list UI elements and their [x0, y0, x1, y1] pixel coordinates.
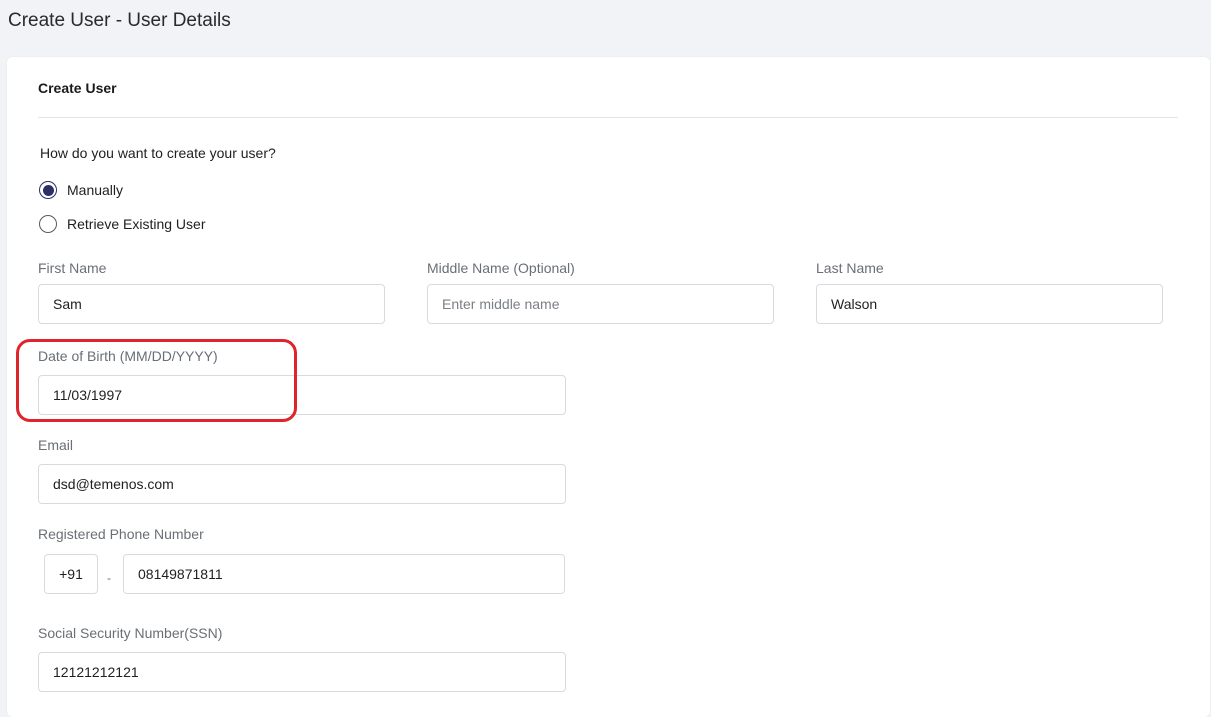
divider	[38, 117, 1178, 118]
dob-label: Date of Birth (MM/DD/YYYY)	[38, 348, 218, 364]
ssn-input[interactable]: 12121212121	[38, 652, 566, 692]
radio-dot	[42, 184, 54, 196]
create-user-card: Create User How do you want to create yo…	[7, 57, 1210, 717]
card-heading: Create User	[38, 80, 117, 96]
radio-button-unchecked[interactable]	[39, 215, 57, 233]
ssn-label: Social Security Number(SSN)	[38, 625, 223, 641]
country-code-input[interactable]: +91	[44, 554, 98, 594]
radio-label-retrieve-existing: Retrieve Existing User	[67, 216, 206, 232]
middle-name-label: Middle Name (Optional)	[427, 260, 575, 276]
creation-method-question: How do you want to create your user?	[40, 145, 276, 161]
email-input[interactable]: dsd@temenos.com	[38, 464, 566, 504]
page-title: Create User - User Details	[8, 10, 231, 31]
last-name-label: Last Name	[816, 260, 884, 276]
phone-separator: -	[107, 571, 111, 585]
radio-label-manually: Manually	[67, 182, 124, 198]
phone-number-input[interactable]: 08149871811	[123, 554, 565, 594]
dob-input[interactable]: 11/03/1997	[38, 375, 566, 415]
radio-button-checked[interactable]	[39, 181, 57, 199]
radio-option-retrieve-existing[interactable]: Retrieve Existing User	[39, 215, 206, 233]
phone-label: Registered Phone Number	[38, 526, 204, 542]
radio-option-manually[interactable]: Manually	[39, 181, 123, 199]
middle-name-input[interactable]: Enter middle name	[427, 284, 774, 324]
first-name-label: First Name	[38, 260, 107, 276]
last-name-input[interactable]: Walson	[816, 284, 1163, 324]
email-label: Email	[38, 437, 74, 453]
first-name-input[interactable]: Sam	[38, 284, 385, 324]
